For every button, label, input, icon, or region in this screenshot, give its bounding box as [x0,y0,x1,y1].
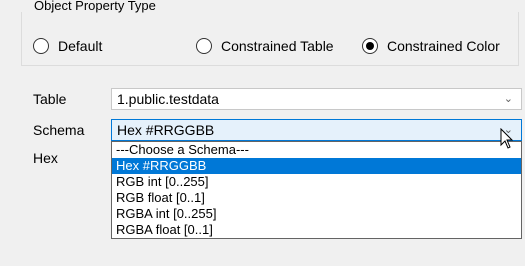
dropdown-option[interactable]: RGBA float [0..1] [112,222,521,238]
radio-default[interactable]: Default [33,36,102,56]
schema-dropdown-list[interactable]: ---Choose a Schema--- Hex #RRGGBB RGB in… [111,141,522,239]
radio-constrained-color-label[interactable]: Constrained Color [387,38,500,54]
hex-label: Hex [33,150,58,166]
mouse-pointer-icon [500,128,514,149]
table-combobox-value: 1.public.testdata [117,91,219,107]
group-title: Object Property Type [32,0,158,16]
schema-combobox[interactable]: Hex #RRGGBB ⌄ [111,119,522,141]
schema-combobox-value: Hex #RRGGBB [117,122,215,138]
radio-constrained-color[interactable]: Constrained Color [362,36,500,56]
radio-constrained-table[interactable]: Constrained Table [196,36,334,56]
schema-label: Schema [33,122,85,138]
dropdown-option[interactable]: ---Choose a Schema--- [112,142,521,158]
dropdown-option[interactable]: RGB int [0..255] [112,174,521,190]
chevron-down-icon[interactable]: ⌄ [504,89,513,109]
dropdown-option[interactable]: RGBA int [0..255] [112,206,521,222]
radio-constrained-color-circle[interactable] [362,38,378,54]
dropdown-option-selected[interactable]: Hex #RRGGBB [112,158,521,174]
radio-constrained-table-circle[interactable] [196,38,212,54]
radio-constrained-table-label[interactable]: Constrained Table [221,38,334,54]
radio-default-circle[interactable] [33,38,49,54]
radio-checked-dot [366,42,374,50]
radio-default-label[interactable]: Default [58,38,102,54]
table-label: Table [33,91,67,107]
dropdown-option[interactable]: RGB float [0..1] [112,190,521,206]
table-combobox[interactable]: 1.public.testdata ⌄ [111,88,522,110]
